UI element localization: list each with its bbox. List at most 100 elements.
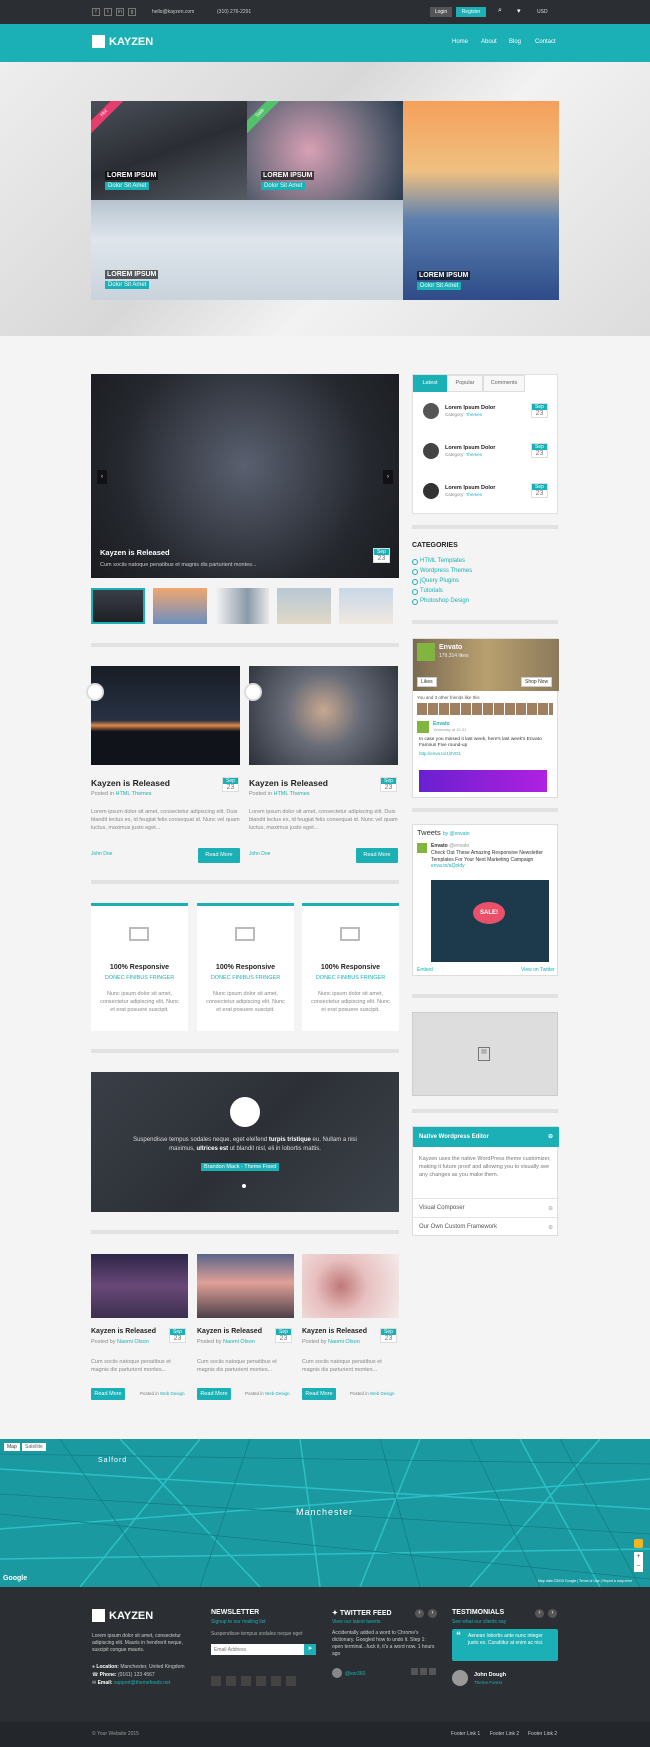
nav-contact[interactable]: Contact [535,39,556,45]
slider-title[interactable]: Kayzen is Released [100,548,170,557]
post-author[interactable]: John Doe [249,851,270,857]
hot-ribbon: Hot [91,101,128,137]
social-icon[interactable] [286,1676,296,1686]
twitter-icon[interactable]: t [104,8,112,16]
linkedin-icon[interactable]: in [116,8,124,16]
view-on-twitter-link[interactable]: View on Twitter [521,967,555,973]
post-link[interactable]: http://enva.to/1l2VD1 [419,751,461,756]
newsletter-email-input[interactable] [211,1644,304,1655]
social-icon[interactable] [226,1676,236,1686]
pegman-icon[interactable] [634,1539,643,1548]
shop-now-button[interactable]: Shop Now [521,677,553,687]
footer-phone: ☎ Phone: (0161) 123 4567 [92,1672,155,1678]
post-image[interactable] [91,666,240,765]
footer-link[interactable]: Footer Link 1 [451,1731,480,1737]
map-credits[interactable]: Map data ©2015 Google | Terms of Use | R… [538,1579,632,1583]
post-title[interactable]: Kayzen is Released [197,1328,262,1335]
cart-icon[interactable]: ▾ [517,7,521,15]
tweet-image[interactable]: SALE! [431,880,549,962]
footer-logo-text[interactable]: KAYZEN [109,1610,153,1622]
category-item[interactable]: Wordpress Themes [412,568,472,578]
embed-link[interactable]: Embed [417,967,433,973]
slider-thumb[interactable] [153,588,207,624]
facebook-friends: You and 3 other friends like this [417,695,480,700]
footer-location: ● Location: Manchester, United Kingdom [92,1664,185,1670]
footer-link[interactable]: Footer Link 2 [528,1731,557,1737]
social-icon[interactable] [256,1676,266,1686]
like-button[interactable]: Likes [417,677,437,687]
ad-placeholder[interactable]: ▤ [412,1012,558,1096]
send-icon[interactable]: ➤ [304,1644,316,1655]
social-icon[interactable] [241,1676,251,1686]
googleplus-icon[interactable]: g [128,8,136,16]
post-image[interactable] [419,770,547,792]
hero-tile-1[interactable]: Hot LOREM IPSUM Dolor Sit Amet [91,101,247,200]
post-title[interactable]: Kayzen is Released [91,778,170,788]
currency-select[interactable]: USD [537,9,548,15]
read-more-button[interactable]: Read More [91,1388,125,1400]
post-title[interactable]: Kayzen is Released [91,1328,156,1335]
post-title[interactable]: Kayzen is Released [302,1328,367,1335]
accordion-header[interactable]: Visual Composer ⊕ [413,1198,559,1217]
accordion-header[interactable]: Our Own Custom Framework ⊕ [413,1217,559,1236]
hero-tile-2[interactable]: Sale LOREM IPSUM Dolor Sit Amet [247,101,403,200]
testimonial-role: Theme Forest [474,1680,503,1685]
tab-popular[interactable]: Popular [447,375,483,392]
footer-link[interactable]: Footer Link 2 [490,1731,519,1737]
email-text[interactable]: hello@kayzen.com [152,9,194,15]
read-more-button[interactable]: Read More [302,1388,336,1400]
read-more-button[interactable]: Read More [356,848,398,863]
main-navigation: KAYZEN Home About Blog Contact [0,24,650,62]
category-item[interactable]: Photoshop Design [412,598,472,608]
post-author[interactable]: John Doe [91,851,112,857]
post-image[interactable] [302,1254,399,1318]
logo-text[interactable]: KAYZEN [109,36,153,48]
read-more-button[interactable]: Read More [198,848,240,863]
category-item[interactable]: Tutorials [412,588,472,598]
map[interactable]: Map Satellite Salford Manchester Google … [0,1439,650,1587]
post-meta: Posted in HTML Themes [91,791,152,797]
slider-prev-icon[interactable]: ‹ [97,470,107,484]
post-image[interactable] [197,1254,294,1318]
slider-thumb[interactable] [215,588,269,624]
nav-blog[interactable]: Blog [509,39,521,45]
facebook-name[interactable]: Envato [439,644,462,651]
map-type-map[interactable]: Map [4,1443,20,1451]
map-type-satellite[interactable]: Satellite [22,1443,46,1451]
hero-tile-3[interactable]: LOREM IPSUM Dolor Sit Amet [91,200,403,300]
slider-thumb[interactable] [277,588,331,624]
prev-arrow-icon[interactable]: ‹ [415,1609,424,1618]
login-button[interactable]: Login [430,7,452,17]
tweet-user[interactable]: @esr360 [345,1671,365,1677]
tab-comments[interactable]: Comments [483,375,525,392]
post-title[interactable]: Kayzen is Released [249,778,328,788]
slider-dot[interactable] [242,1184,246,1188]
social-icon[interactable] [271,1676,281,1686]
search-icon[interactable]: ⌕ [498,7,502,15]
slider-thumb[interactable] [91,588,145,624]
tab-latest[interactable]: Latest [413,375,447,392]
slider-next-icon[interactable]: › [383,470,393,484]
next-arrow-icon[interactable]: › [548,1609,557,1618]
slider-thumb[interactable] [339,588,393,624]
twitter-feed-subtitle: View our latest tweets [332,1619,381,1625]
logo-icon [92,1609,105,1622]
post-date: Sep 23 [169,1328,186,1343]
category-item[interactable]: jQuery Plugins [412,578,472,588]
register-button[interactable]: Register [456,7,486,17]
facebook-icon[interactable]: f [92,8,100,16]
tweet-actions[interactable] [411,1668,437,1675]
tweet-author[interactable]: Envato @envato [431,843,469,849]
hero-tile-4[interactable]: LOREM IPSUM Dolor Sit Amet [403,101,559,300]
accordion-header-open[interactable]: Native Wordpress Editor ⊖ [413,1127,559,1147]
category-item[interactable]: HTML Templates [412,558,472,568]
zoom-control-icon[interactable]: + − [634,1552,643,1572]
read-more-button[interactable]: Read More [197,1388,231,1400]
post-image[interactable] [249,666,398,765]
post-image[interactable] [91,1254,188,1318]
social-icon[interactable] [211,1676,221,1686]
nav-about[interactable]: About [481,39,497,45]
prev-arrow-icon[interactable]: ‹ [535,1609,544,1618]
nav-home[interactable]: Home [452,39,468,45]
next-arrow-icon[interactable]: › [428,1609,437,1618]
